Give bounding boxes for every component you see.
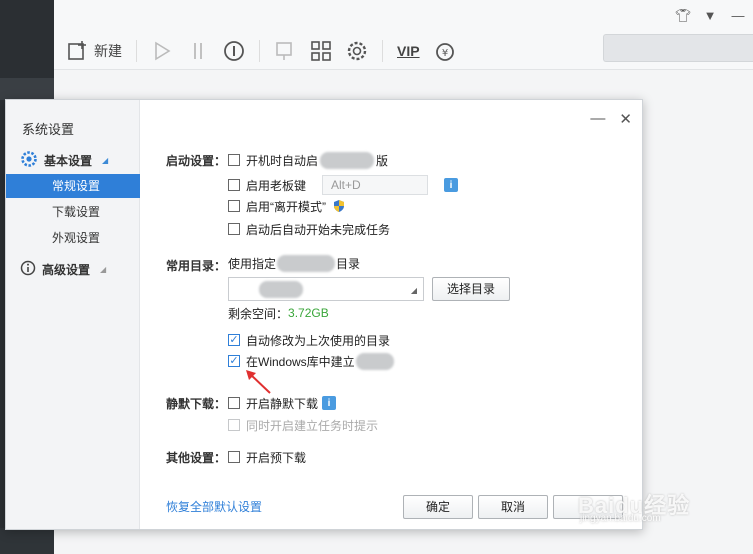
silent-download-option[interactable]: 开启静默下载 i — [228, 394, 337, 412]
silent-notify-option: 同时开启建立任务时提示 — [228, 416, 378, 434]
sidebar-item-download[interactable]: 下载设置 — [6, 200, 140, 224]
other-section-label: 其他设置： — [166, 451, 227, 465]
window-controls: 👕︎ ▼ — — [675, 8, 745, 24]
expand-caret-icon: ◢ — [102, 156, 109, 165]
dropdown-arrow-icon: ◢ — [410, 286, 417, 295]
sidebar-group-basic-label: 基本设置 — [44, 154, 93, 168]
autostart-label-suffix: 版 — [376, 153, 389, 168]
settings-sidebar: 系统设置 基本设置 ◢ 常规设置 下载设置 外观设置 高级设置 ◢ — [6, 100, 140, 529]
sidebar-item-appearance[interactable]: 外观设置 — [6, 226, 140, 250]
redacted-text — [277, 254, 336, 272]
settings-dialog: 系统设置 基本设置 ◢ 常规设置 下载设置 外观设置 高级设置 ◢ — ✕ 启动… — [5, 99, 643, 530]
free-space-label: 剩余空间： — [228, 306, 289, 321]
silent-download-label: 开启静默下载 — [246, 396, 319, 411]
silent-download-checkbox[interactable] — [228, 397, 240, 409]
menu-icon[interactable]: ▼ — [703, 8, 717, 24]
sidebar-group-advanced-label: 高级设置 — [42, 263, 91, 277]
away-mode-checkbox[interactable] — [228, 200, 240, 212]
new-task-label: 新建 — [94, 43, 122, 59]
pause-icon[interactable] — [187, 40, 209, 62]
red-arrow-annotation — [246, 370, 271, 394]
predownload-option[interactable]: 开启预下载 — [228, 448, 306, 466]
directory-select[interactable]: ◢ — [228, 277, 424, 301]
speedup-gear-icon[interactable] — [346, 40, 368, 62]
windows-library-checkbox[interactable]: ✓ — [228, 355, 240, 367]
expand-caret-icon: ◢ — [100, 265, 107, 274]
settings-content: 启动设置： 开机时自动启 版 启用老板键 Alt+D i 启用“离开模式” 启动… — [140, 100, 642, 529]
yuan-reward-icon[interactable]: ¥ — [434, 40, 456, 62]
autostart-checkbox[interactable] — [228, 154, 240, 166]
apps-grid-icon[interactable] — [310, 40, 332, 62]
cancel-button[interactable]: 取消 — [478, 495, 548, 519]
toolbar-divider — [382, 40, 383, 62]
use-specified-suffix: 目录 — [336, 256, 361, 271]
choose-directory-button[interactable]: 选择目录 — [432, 277, 510, 301]
new-task-icon — [66, 40, 88, 62]
play-icon[interactable] — [151, 40, 173, 62]
sidebar-item-general[interactable]: 常规设置 — [6, 174, 140, 198]
use-specified-dir-text: 使用指定 目录 — [228, 254, 360, 272]
free-space-value: 3.72GB — [288, 306, 329, 320]
uac-shield-icon — [332, 199, 346, 213]
startup-section-label: 启动设置： — [166, 154, 227, 168]
windows-library-label: 在Windows库中建立 — [246, 354, 355, 369]
boss-key-hotkey-input[interactable]: Alt+D — [322, 175, 429, 195]
app-toolbar: 新建 VIP ¥ — [66, 36, 456, 66]
gear-icon — [20, 150, 38, 171]
resume-tasks-label: 启动后自动开始未完成任务 — [246, 222, 391, 237]
silent-notify-label: 同时开启建立任务时提示 — [246, 418, 379, 433]
sidebar-group-advanced[interactable]: 高级设置 ◢ — [20, 260, 106, 279]
free-space-text: 剩余空间： 3.72GB — [228, 304, 329, 322]
redacted-text — [320, 151, 375, 169]
autostart-option[interactable]: 开机时自动启 版 — [228, 151, 388, 169]
info-icon[interactable]: i — [322, 396, 337, 410]
auto-modify-dir-option[interactable]: ✓ 自动修改为上次使用的目录 — [228, 331, 390, 349]
svg-text:¥: ¥ — [441, 48, 447, 59]
info-icon[interactable]: i — [444, 178, 459, 192]
auto-modify-dir-checkbox[interactable]: ✓ — [228, 334, 240, 346]
predownload-checkbox[interactable] — [228, 451, 240, 463]
search-input[interactable] — [603, 34, 753, 62]
watermark-url: jingyan.baidu.com — [580, 513, 661, 524]
sidebar-group-basic[interactable]: 基本设置 ◢ — [20, 150, 108, 171]
auto-modify-dir-label: 自动修改为上次使用的目录 — [246, 333, 391, 348]
silent-notify-checkbox — [228, 419, 240, 431]
dialog-title: 系统设置 — [22, 122, 75, 137]
plan-icon[interactable] — [274, 40, 296, 62]
vip-button[interactable]: VIP — [397, 43, 420, 59]
minimize-icon[interactable]: — — [731, 8, 745, 24]
away-mode-option[interactable]: 启用“离开模式” — [228, 197, 346, 215]
predownload-label: 开启预下载 — [246, 450, 307, 465]
vip-label: VIP — [397, 43, 420, 59]
away-mode-label: 启用“离开模式” — [246, 199, 326, 214]
use-specified-prefix: 使用指定 — [228, 256, 277, 271]
redacted-path — [259, 281, 303, 298]
resume-tasks-checkbox[interactable] — [228, 223, 240, 235]
toolbar-divider — [136, 40, 137, 62]
ok-button[interactable]: 确定 — [403, 495, 473, 519]
new-task-button[interactable]: 新建 — [66, 40, 122, 62]
app-sidebar-bottom — [0, 528, 54, 554]
boss-key-label: 启用老板键 — [246, 178, 307, 193]
redacted-text — [355, 352, 394, 370]
boss-key-checkbox[interactable] — [228, 179, 240, 191]
app-sidebar-band — [0, 78, 54, 100]
boss-key-option[interactable]: 启用老板键 Alt+D i — [228, 174, 459, 196]
skin-icon[interactable]: 👕︎ — [675, 8, 692, 24]
directory-section-label: 常用目录： — [166, 259, 227, 273]
toolbar-divider — [259, 40, 260, 62]
silent-section-label: 静默下载： — [166, 397, 227, 411]
restore-defaults-link[interactable]: 恢复全部默认设置 — [166, 498, 262, 515]
autostart-label-prefix: 开机时自动启 — [246, 153, 319, 168]
info-circle-icon — [20, 260, 36, 279]
resume-tasks-option[interactable]: 启动后自动开始未完成任务 — [228, 220, 390, 238]
speed-limit-icon[interactable] — [223, 40, 245, 62]
